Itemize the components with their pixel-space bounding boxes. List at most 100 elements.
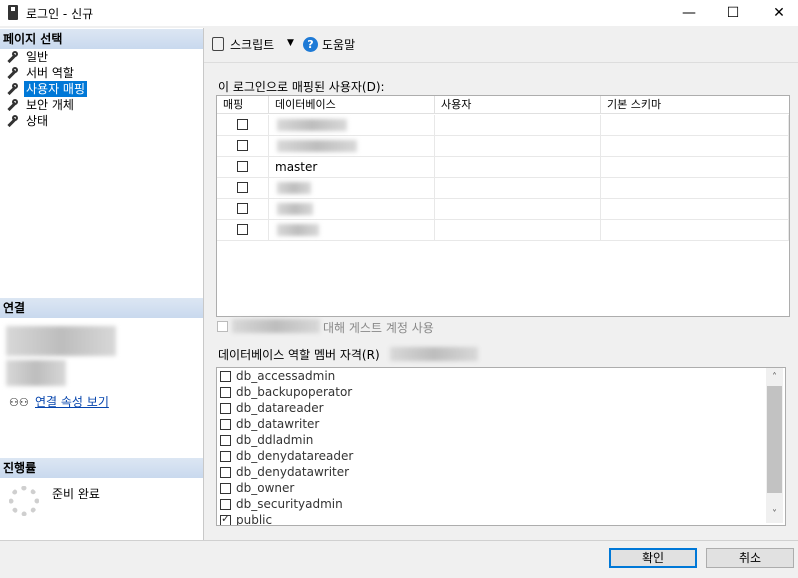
connection-info [6, 326, 116, 356]
role-checkbox[interactable] [220, 386, 231, 398]
help-button[interactable]: 도움말 [322, 36, 355, 53]
map-cell[interactable] [217, 136, 269, 156]
map-cell[interactable] [217, 178, 269, 198]
guest-account-label: 대해 게스트 계정 사용 [323, 321, 434, 335]
roles-database-name [390, 347, 478, 361]
chevron-down-icon[interactable]: ▼ [287, 38, 294, 48]
role-label: public [236, 513, 273, 526]
role-item[interactable]: db_denydatareader [220, 448, 353, 464]
map-checkbox[interactable] [237, 224, 248, 235]
wrench-icon [6, 114, 19, 128]
cancel-button[interactable]: 취소 [706, 548, 794, 568]
role-label: db_datawriter [236, 417, 320, 431]
column-header-default-schema[interactable]: 기본 스키마 [601, 96, 789, 114]
role-item[interactable]: db_backupoperator [220, 384, 352, 400]
map-checkbox[interactable] [237, 119, 248, 130]
table-row[interactable] [217, 136, 789, 157]
roles-title: 데이터베이스 역할 멤버 자격(R) [218, 348, 380, 362]
table-row[interactable]: master [217, 157, 789, 178]
schema-cell [601, 157, 789, 177]
role-item[interactable]: db_accessadmin [220, 368, 335, 384]
role-item[interactable]: db_datawriter [220, 416, 319, 432]
nav-item-server-roles[interactable]: 서버 역할 [6, 65, 76, 81]
role-checkbox[interactable] [220, 482, 231, 494]
scroll-up-icon[interactable]: ˄ [766, 369, 783, 386]
connection-header: 연결 [0, 298, 203, 318]
database-name-redacted [277, 182, 311, 194]
database-cell [269, 136, 435, 156]
user-cell [435, 136, 601, 156]
database-cell [269, 178, 435, 198]
role-checkbox[interactable] [220, 498, 231, 510]
column-header-database[interactable]: 데이터베이스 [269, 96, 435, 114]
ok-button[interactable]: 확인 [609, 548, 697, 568]
role-item[interactable]: db_securityadmin [220, 496, 343, 512]
map-checkbox[interactable] [237, 161, 248, 172]
user-cell [435, 178, 601, 198]
role-item[interactable]: db_denydatawriter [220, 464, 349, 480]
table-row[interactable] [217, 115, 789, 136]
role-label: db_securityadmin [236, 497, 343, 511]
role-label: db_datareader [236, 401, 324, 415]
wrench-icon [6, 82, 19, 96]
wrench-icon [6, 66, 19, 80]
wrench-icon [6, 50, 19, 64]
close-button[interactable]: ✕ [756, 0, 798, 26]
table-row[interactable] [217, 220, 789, 241]
nav-item-general[interactable]: 일반 [6, 49, 50, 65]
connection-properties-icon: ⚇⚇ [9, 396, 29, 409]
database-name-redacted [277, 224, 319, 236]
map-cell[interactable] [217, 157, 269, 177]
role-checkbox[interactable] [220, 466, 231, 478]
toolbar-divider [204, 62, 798, 63]
script-icon[interactable] [212, 37, 224, 51]
nav-item-label: 사용자 매핑 [24, 81, 88, 97]
role-checkbox[interactable] [220, 370, 231, 382]
map-checkbox[interactable] [237, 182, 248, 193]
help-icon[interactable]: ? [303, 37, 318, 52]
nav-item-status[interactable]: 상태 [6, 113, 50, 129]
guest-account-checkbox[interactable] [217, 321, 228, 332]
user-mapping-grid: 매핑 데이터베이스 사용자 기본 스키마 master [216, 95, 790, 317]
map-checkbox[interactable] [237, 203, 248, 214]
role-checkbox[interactable] [220, 512, 231, 525]
maximize-button[interactable]: ☐ [710, 0, 756, 26]
app-icon [8, 5, 18, 20]
minimize-button[interactable]: — [666, 0, 712, 26]
role-label: db_denydatareader [236, 449, 354, 463]
column-header-user[interactable]: 사용자 [435, 96, 601, 114]
role-checkbox[interactable] [220, 434, 231, 446]
window-title: 로그인 - 신규 [26, 7, 94, 21]
map-cell[interactable] [217, 220, 269, 240]
nav-item-user-mapping[interactable]: 사용자 매핑 [6, 81, 88, 97]
table-row[interactable] [217, 199, 789, 220]
table-row[interactable] [217, 178, 789, 199]
schema-cell [601, 115, 789, 135]
role-label: db_accessadmin [236, 369, 336, 383]
map-checkbox[interactable] [237, 140, 248, 151]
role-item[interactable]: db_datareader [220, 400, 324, 416]
roles-scrollbar-thumb[interactable] [767, 386, 782, 493]
user-cell [435, 220, 601, 240]
database-name: master [275, 160, 318, 174]
map-cell[interactable] [217, 199, 269, 219]
role-item[interactable]: public [220, 512, 273, 526]
map-cell[interactable] [217, 115, 269, 135]
guest-database-name [232, 319, 320, 333]
user-cell [435, 199, 601, 219]
schema-cell [601, 220, 789, 240]
role-checkbox[interactable] [220, 450, 231, 462]
user-cell [435, 157, 601, 177]
nav-item-securables[interactable]: 보안 개체 [6, 97, 76, 113]
role-item[interactable]: db_ddladmin [220, 432, 313, 448]
scroll-down-icon[interactable]: ˅ [766, 506, 783, 523]
column-header-map[interactable]: 매핑 [217, 96, 269, 114]
connection-info [6, 360, 66, 386]
role-checkbox[interactable] [220, 418, 231, 430]
connection-properties-link[interactable]: 연결 속성 보기 [35, 393, 109, 410]
role-label: db_owner [236, 481, 295, 495]
role-item[interactable]: db_owner [220, 480, 294, 496]
role-label: db_backupoperator [236, 385, 353, 399]
script-button[interactable]: 스크립트 [230, 36, 274, 53]
role-checkbox[interactable] [220, 402, 231, 414]
